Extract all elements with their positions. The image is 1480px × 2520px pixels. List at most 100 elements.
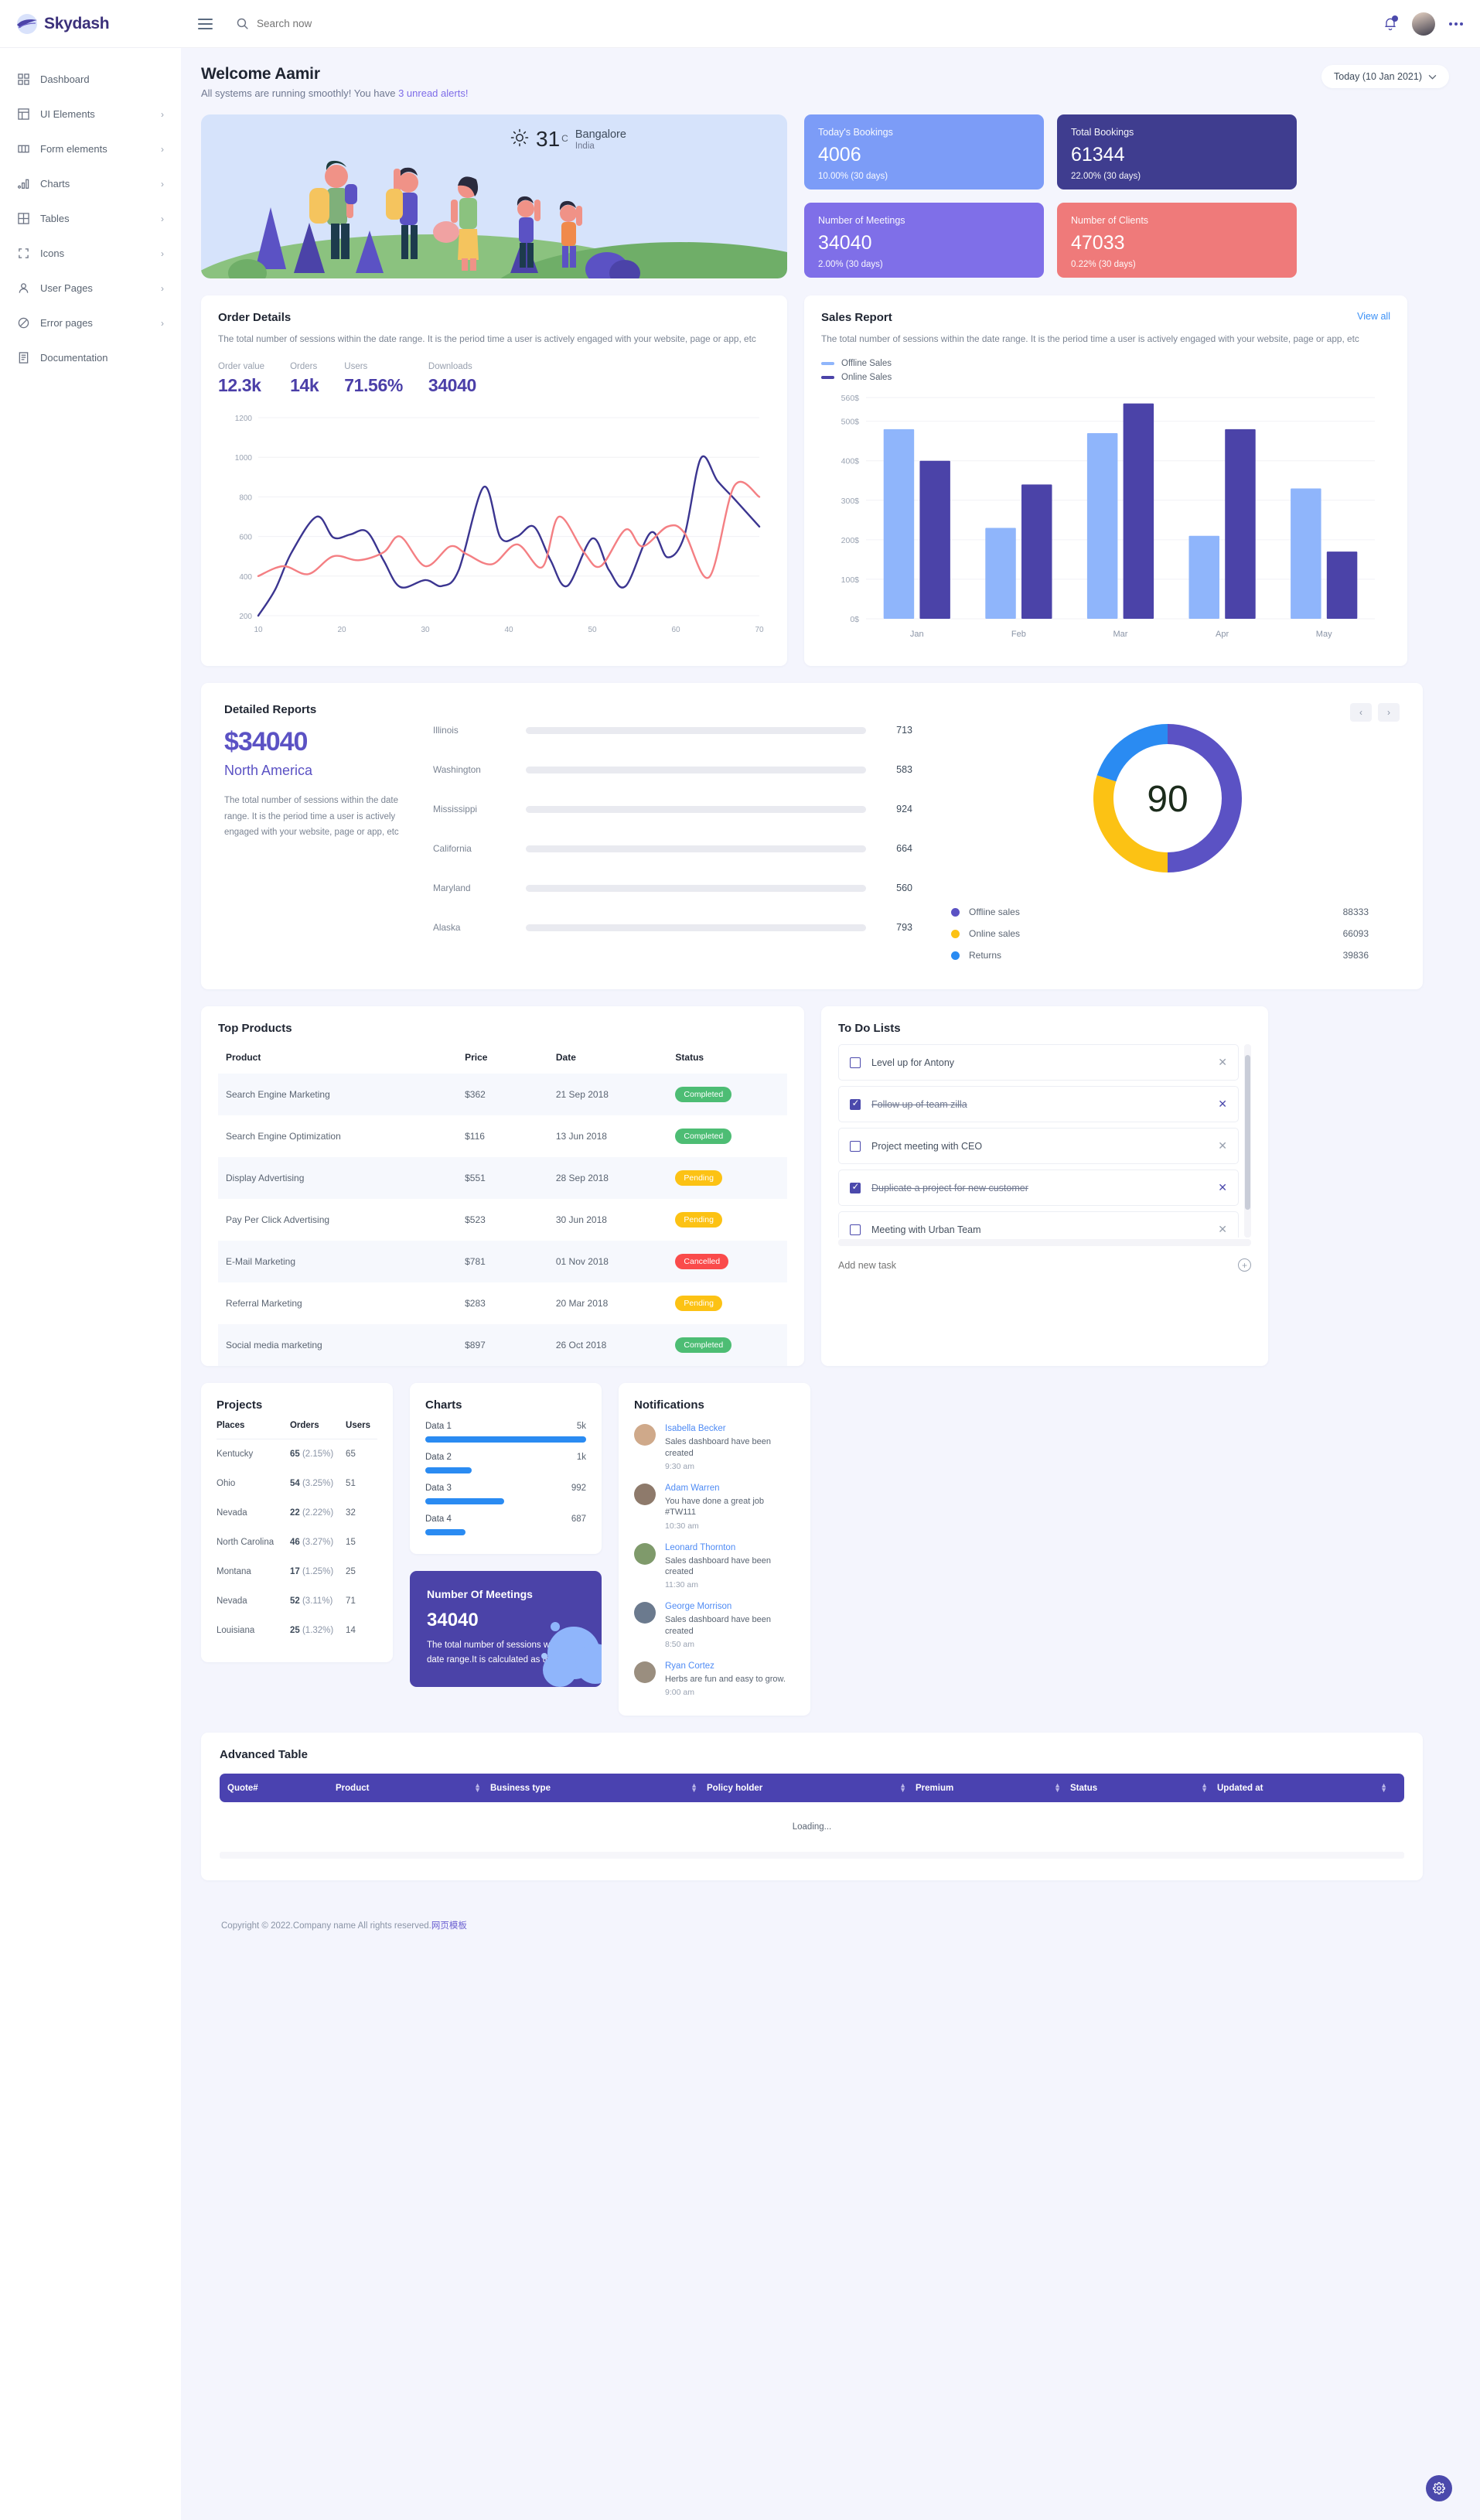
list-item[interactable]: Adam Warren You have done a great job #T…: [634, 1484, 795, 1531]
table-row[interactable]: Search Engine Marketing $362 21 Sep 2018…: [218, 1074, 787, 1116]
table-row[interactable]: E-Mail Marketing $781 01 Nov 2018 Cancel…: [218, 1241, 787, 1283]
list-item[interactable]: Follow up of team zilla ✕: [838, 1086, 1239, 1123]
close-icon[interactable]: ✕: [1218, 1181, 1227, 1194]
column-header-product[interactable]: Product ▲ ▼: [336, 1782, 490, 1793]
notification-author[interactable]: Ryan Cortez: [665, 1661, 786, 1671]
table-row[interactable]: Montana 17 (1.25%) 25: [217, 1557, 377, 1586]
stat-card-total-bookings[interactable]: Total Bookings 61344 22.00% (30 days): [1057, 114, 1297, 190]
date-range-selector[interactable]: Today (10 Jan 2021): [1321, 65, 1449, 88]
template-link[interactable]: 网页模板: [431, 1921, 467, 1931]
svg-text:20: 20: [337, 626, 346, 634]
plus-circle-icon[interactable]: +: [1238, 1258, 1251, 1272]
search-box[interactable]: [236, 17, 442, 30]
chevron-right-icon[interactable]: ›: [1378, 703, 1400, 722]
notification-author[interactable]: Isabella Becker: [665, 1424, 795, 1433]
brand-logo-area[interactable]: Skydash: [0, 13, 181, 34]
sort-arrows-icon[interactable]: ▲ ▼: [1380, 1782, 1387, 1793]
cell-place: North Carolina: [217, 1538, 275, 1548]
advanced-table-header: Quote# Product ▲ ▼ Business type ▲ ▼ Policy …: [220, 1774, 1404, 1803]
sidebar-item-tables[interactable]: Tables ›: [0, 201, 181, 236]
kpi-label: Order value: [218, 362, 265, 372]
todo-vertical-scrollbar[interactable]: [1244, 1044, 1251, 1238]
detailed-reports-description: The total number of sessions within the …: [224, 796, 399, 837]
top-products-card: Top Products Product Price Date Status S…: [201, 1006, 804, 1367]
table-row[interactable]: Nevada 22 (2.22%) 32: [217, 1498, 377, 1528]
column-header-business-type[interactable]: Business type ▲ ▼: [490, 1782, 707, 1793]
more-options-icon[interactable]: [1449, 22, 1463, 26]
stat-card-number-of-meetings[interactable]: Number of Meetings 34040 2.00% (30 days): [804, 203, 1044, 278]
table-row[interactable]: Referral Marketing $283 20 Mar 2018 Pend…: [218, 1282, 787, 1324]
cell-orders-pct: (2.15%): [302, 1450, 334, 1460]
order-details-title: Order Details: [218, 311, 292, 324]
table-row[interactable]: Social media marketing $897 26 Oct 2018 …: [218, 1324, 787, 1367]
close-icon[interactable]: ✕: [1218, 1056, 1227, 1069]
hamburger-menu-icon[interactable]: [198, 18, 213, 29]
table-row[interactable]: Nevada 52 (3.11%) 71: [217, 1586, 377, 1616]
stat-card-todays-bookings[interactable]: Today's Bookings 4006 10.00% (30 days): [804, 114, 1044, 190]
sort-arrows-icon[interactable]: ▲ ▼: [899, 1782, 906, 1793]
list-item[interactable]: Ryan Cortez Herbs are fun and easy to gr…: [634, 1661, 795, 1697]
list-item[interactable]: George Morrison Sales dashboard have bee…: [634, 1602, 795, 1649]
sidebar-item-error-pages[interactable]: Error pages ›: [0, 306, 181, 340]
gear-icon[interactable]: [1426, 2475, 1452, 2501]
todo-checkbox[interactable]: [850, 1181, 861, 1193]
svg-text:10: 10: [254, 626, 263, 634]
welcome-subtitle: All systems are running smoothly! You ha…: [201, 87, 468, 99]
notification-author[interactable]: Leonard Thornton: [665, 1543, 795, 1552]
list-item[interactable]: Project meeting with CEO ✕: [838, 1128, 1239, 1165]
todo-checkbox[interactable]: [850, 1140, 861, 1152]
sidebar-item-icons[interactable]: Icons ›: [0, 236, 181, 271]
sidebar-item-documentation[interactable]: Documentation: [0, 340, 181, 375]
unread-alerts-link[interactable]: 3 unread alerts!: [398, 87, 468, 99]
add-task-input[interactable]: [838, 1259, 1238, 1271]
column-header-premium[interactable]: Premium ▲ ▼: [916, 1782, 1070, 1793]
sidebar-item-user-pages[interactable]: User Pages ›: [0, 271, 181, 306]
table-row[interactable]: Louisiana 25 (1.32%) 14: [217, 1616, 377, 1645]
list-item[interactable]: Meeting with Urban Team ✕: [838, 1211, 1239, 1238]
sidebar-item-form-elements[interactable]: Form elements ›: [0, 131, 181, 166]
svg-text:70: 70: [755, 626, 764, 634]
column-header-updated-at[interactable]: Updated at ▲ ▼: [1217, 1782, 1396, 1793]
search-input[interactable]: [257, 18, 442, 29]
notification-author[interactable]: Adam Warren: [665, 1484, 795, 1493]
table-row[interactable]: Search Engine Optimization $116 13 Jun 2…: [218, 1115, 787, 1157]
table-row[interactable]: Display Advertising $551 28 Sep 2018 Pen…: [218, 1157, 787, 1200]
close-icon[interactable]: ✕: [1218, 1139, 1227, 1152]
todo-checkbox[interactable]: [850, 1098, 861, 1110]
sort-arrows-icon[interactable]: ▲ ▼: [691, 1782, 697, 1793]
chevron-left-icon[interactable]: ‹: [1350, 703, 1372, 722]
list-item[interactable]: Duplicate a project for new customer ✕: [838, 1170, 1239, 1207]
column-header-policy-holder[interactable]: Policy holder ▲ ▼: [707, 1782, 916, 1793]
list-item[interactable]: Isabella Becker Sales dashboard have bee…: [634, 1424, 795, 1471]
column-header-quote[interactable]: Quote#: [227, 1784, 336, 1793]
cell-product: Pay Per Click Advertising: [226, 1214, 330, 1226]
notification-author[interactable]: George Morrison: [665, 1602, 795, 1611]
table-row[interactable]: Ohio 54 (3.25%) 51: [217, 1469, 377, 1498]
sort-arrows-icon[interactable]: ▲ ▼: [474, 1782, 481, 1793]
sort-arrows-icon[interactable]: ▲ ▼: [1201, 1782, 1208, 1793]
table-row[interactable]: Pay Per Click Advertising $523 30 Jun 20…: [218, 1199, 787, 1241]
list-item[interactable]: Leonard Thornton Sales dashboard have be…: [634, 1542, 795, 1590]
sidebar-item-dashboard[interactable]: Dashboard: [0, 62, 181, 97]
column-header-status[interactable]: Status ▲ ▼: [1070, 1782, 1217, 1793]
close-icon[interactable]: ✕: [1218, 1098, 1227, 1111]
sort-arrows-icon[interactable]: ▲ ▼: [1054, 1782, 1061, 1793]
list-item[interactable]: Level up for Antony ✕: [838, 1044, 1239, 1081]
close-icon[interactable]: ✕: [1218, 1223, 1227, 1236]
todo-checkbox[interactable]: [850, 1224, 861, 1235]
sidebar-item-charts[interactable]: Charts ›: [0, 166, 181, 201]
chevron-right-icon: ›: [161, 213, 164, 224]
progress-label: Alaska: [433, 922, 461, 934]
sidebar-item-ui-elements[interactable]: UI Elements ›: [0, 97, 181, 131]
todo-checkbox[interactable]: [850, 1057, 861, 1068]
stat-card-number-of-clients[interactable]: Number of Clients 47033 0.22% (30 days): [1057, 203, 1297, 278]
notification-bell-icon[interactable]: [1383, 15, 1398, 32]
table-row[interactable]: North Carolina 46 (3.27%) 15: [217, 1528, 377, 1557]
view-all-link[interactable]: View all: [1357, 311, 1390, 322]
todo-horizontal-scrollbar[interactable]: [838, 1239, 1251, 1247]
table-row[interactable]: Kentucky 65 (2.15%) 65: [217, 1439, 377, 1470]
svg-text:1000: 1000: [235, 455, 253, 463]
user-avatar[interactable]: [1412, 12, 1435, 36]
stat-label: Total Bookings: [1071, 127, 1134, 138]
scrollbar-thumb[interactable]: [1245, 1055, 1250, 1210]
